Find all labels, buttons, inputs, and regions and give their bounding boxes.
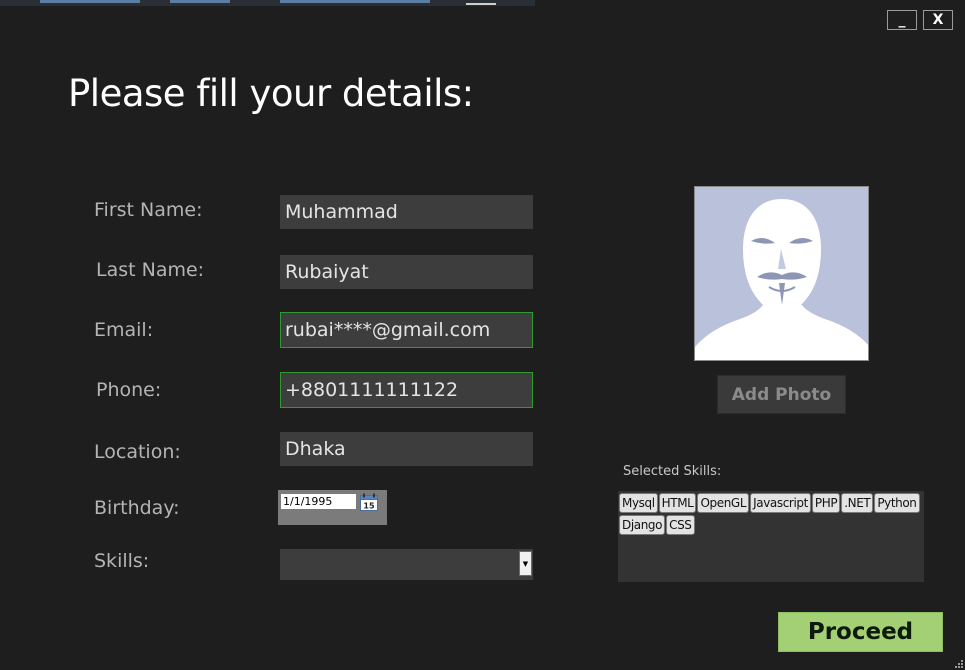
skill-chip[interactable]: OpenGL <box>697 493 750 513</box>
first-name-label: First Name: <box>94 199 203 221</box>
resize-grip-icon[interactable] <box>953 658 963 668</box>
birthday-label: Birthday: <box>94 497 180 519</box>
title-strip-segment <box>170 0 230 3</box>
skill-chip[interactable]: HTML <box>658 493 697 513</box>
birthday-picker: 15 <box>278 490 387 525</box>
skill-chip[interactable]: PHP <box>811 493 841 513</box>
last-name-label: Last Name: <box>96 259 205 281</box>
phone-label: Phone: <box>96 379 162 401</box>
skill-chip[interactable]: .NET <box>841 493 874 513</box>
email-label: Email: <box>94 319 154 341</box>
skill-chip[interactable]: Javascript <box>750 493 811 513</box>
title-strip-segment <box>280 0 430 3</box>
last-name-field[interactable] <box>280 255 533 289</box>
phone-field[interactable] <box>280 372 533 408</box>
minimize-button[interactable]: _ <box>887 10 917 30</box>
calendar-icon[interactable]: 15 <box>360 493 378 511</box>
title-strip-segment <box>40 0 140 3</box>
skill-chip[interactable]: Python <box>874 493 920 513</box>
skills-dropdown[interactable]: ▼ <box>280 549 533 580</box>
title-strip <box>0 0 535 6</box>
close-button[interactable]: X <box>923 10 953 30</box>
skills-label: Skills: <box>94 550 150 572</box>
calendar-day: 15 <box>363 502 375 511</box>
skill-chip[interactable]: CSS <box>666 515 695 535</box>
skill-chip[interactable]: Mysql <box>619 493 658 513</box>
selected-skills-list: Mysql HTML OpenGL Javascript PHP .NET Py… <box>618 491 924 582</box>
birthday-input[interactable] <box>280 493 357 510</box>
location-label: Location: <box>94 441 181 463</box>
title-strip-handle <box>466 3 496 5</box>
profile-photo <box>694 186 869 361</box>
first-name-field[interactable] <box>280 195 533 229</box>
add-photo-button[interactable]: Add Photo <box>717 375 846 414</box>
location-field[interactable] <box>280 432 533 466</box>
proceed-button[interactable]: Proceed <box>778 612 943 652</box>
selected-skills-title: Selected Skills: <box>623 464 722 479</box>
email-field[interactable] <box>280 312 533 348</box>
anonymous-mask-icon <box>695 199 868 360</box>
chevron-down-icon[interactable]: ▼ <box>519 551 532 576</box>
page-title: Please fill your details: <box>68 72 474 115</box>
skill-chip[interactable]: Django <box>619 515 666 535</box>
